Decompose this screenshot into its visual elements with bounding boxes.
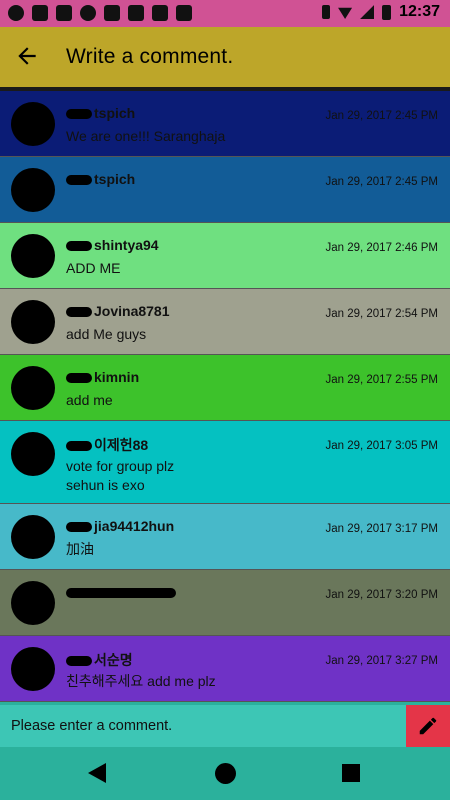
avatar[interactable] [11,300,55,344]
comment-text: ADD ME [66,260,121,276]
notification-icon [80,5,96,21]
comment-timestamp: Jan 29, 2017 2:54 PM [325,308,438,320]
comment-username: 서순명 [94,652,133,668]
redaction [66,175,92,186]
back-button[interactable] [14,43,46,71]
notification-icon [56,5,72,21]
comment-username: shintya94 [94,237,159,253]
clock: 12:37 [399,3,440,20]
comment-input-bar [0,705,450,747]
comment-row: Jovina8781 Jan 29, 2017 2:54 PM add Me g… [0,289,450,355]
comment-row: shintya94 Jan 29, 2017 2:46 PM ADD ME [0,223,450,289]
nav-recents-icon[interactable] [342,764,360,782]
nav-back-icon[interactable] [88,763,106,783]
arrow-left-icon [18,47,36,65]
comment-timestamp: Jan 29, 2017 2:45 PM [325,176,438,188]
comment-text: 加油 [66,541,94,557]
avatar[interactable] [11,102,55,146]
comment-timestamp: Jan 29, 2017 3:27 PM [325,655,438,667]
status-bar: 12:37 [0,0,450,27]
avatar[interactable] [11,432,55,476]
comment-username: tspich [94,171,136,187]
pencil-icon [419,717,437,735]
facebook-icon [32,5,48,21]
comment-row: kimnin Jan 29, 2017 2:55 PM add me [0,355,450,421]
wifi-icon [338,7,353,19]
comment-text: add me [66,392,113,408]
comment-row: Jan 29, 2017 3:20 PM [0,570,450,636]
comment-row: 이제헌88 Jan 29, 2017 3:05 PM vote for grou… [0,421,450,504]
notification-icons [8,5,192,21]
comment-timestamp: Jan 29, 2017 3:17 PM [325,523,438,535]
comment-username: Jovina8781 [94,303,170,319]
comment-timestamp: Jan 29, 2017 2:55 PM [325,374,438,386]
comment-text-line2: sehun is exo [66,477,145,493]
avatar[interactable] [11,515,55,559]
comment-timestamp: Jan 29, 2017 3:20 PM [325,589,438,601]
comment-row: tspich Jan 29, 2017 2:45 PM [0,157,450,223]
comment-row: tspich Jan 29, 2017 2:45 PM We are one!!… [0,91,450,157]
comment-text: add Me guys [66,326,147,342]
game-icon [176,5,192,21]
write-comment-button[interactable] [406,705,450,747]
redaction [66,373,92,384]
redaction [66,441,92,452]
comment-row: 서순명 Jan 29, 2017 3:27 PM 친추해주세요 add me p… [0,636,450,702]
comment-timestamp: Jan 29, 2017 3:05 PM [325,440,438,452]
signal-icon [360,5,375,19]
redaction [66,307,92,318]
redaction [66,588,176,599]
nav-home-icon[interactable] [215,763,236,784]
comment-username: 이제헌88 [94,437,149,453]
comment-username: jia94412hun [94,518,175,534]
redaction [66,656,92,667]
system-nav-bar [0,747,450,800]
comment-timestamp: Jan 29, 2017 2:46 PM [325,242,438,254]
battery-icon [382,4,392,20]
avatar[interactable] [11,647,55,691]
comment-text: vote for group plz [66,458,175,474]
comment-text: 친추해주세요 add me plz [66,673,216,689]
redaction [66,241,92,252]
page-title: Write a comment. [66,45,234,68]
comment-list[interactable]: tspich Jan 29, 2017 2:45 PM We are one!!… [0,91,450,702]
avatar[interactable] [11,366,55,410]
comment-username: tspich [94,105,136,121]
redaction [66,522,92,533]
avatar[interactable] [11,168,55,212]
comment-input[interactable] [0,705,406,747]
comment-row: jia94412hun Jan 29, 2017 3:17 PM 加油 [0,504,450,570]
avatar[interactable] [11,581,55,625]
bag-icon [152,5,168,21]
comment-timestamp: Jan 29, 2017 2:45 PM [325,110,438,122]
bluetooth-icon [322,5,331,19]
avatar[interactable] [11,234,55,278]
redaction [66,109,92,120]
lock-icon [104,5,120,21]
photo-icon [128,5,144,21]
notification-icon [8,5,24,21]
comment-username: kimnin [94,369,140,385]
comment-text: We are one!!! Saranghaja [66,128,226,144]
app-bar: Write a comment. [0,27,450,87]
system-icons: 12:37 [322,3,440,21]
